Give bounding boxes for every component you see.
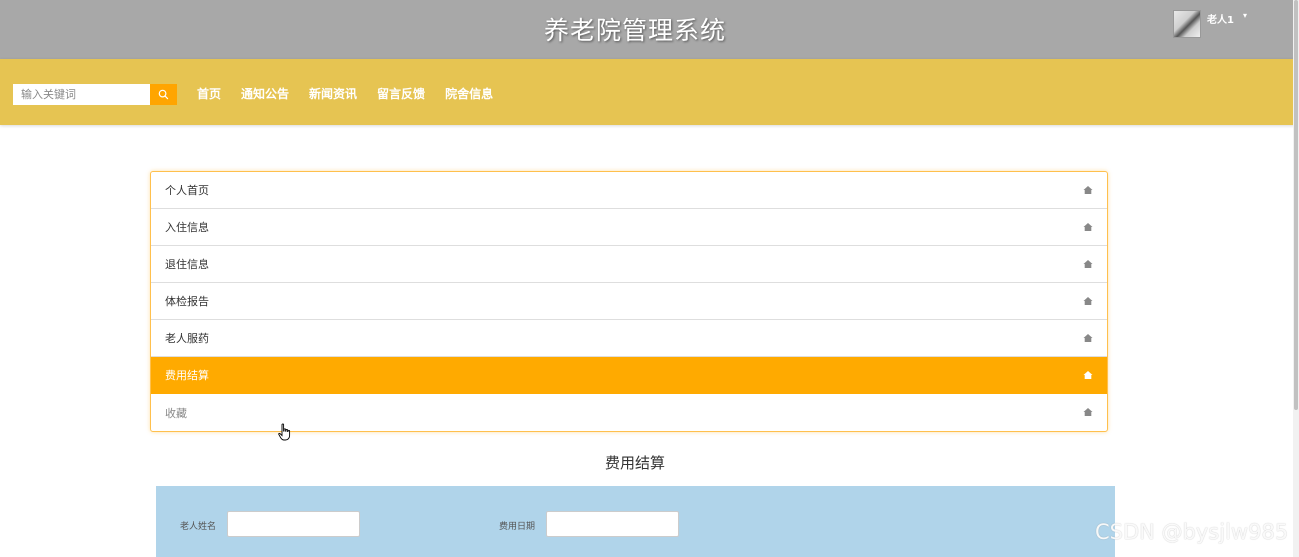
- menu-item-label: 体检报告: [165, 295, 209, 308]
- search-input[interactable]: [13, 84, 150, 105]
- search-icon: [158, 89, 169, 100]
- hand-pointer-cursor-icon: [278, 423, 291, 441]
- menu-item-fee-settlement[interactable]: 费用结算: [151, 357, 1107, 394]
- menu-item-personal-home[interactable]: 个人首页: [151, 172, 1107, 209]
- home-icon: [1083, 334, 1093, 342]
- section-title: 费用结算: [604, 454, 665, 472]
- menu-item-health-report[interactable]: 体检报告: [151, 283, 1107, 320]
- page-scrollbar-thumb[interactable]: [1294, 0, 1298, 410]
- home-icon: [1083, 186, 1093, 194]
- nav-links: 首页 通知公告 新闻资讯 留言反馈 院舍信息: [197, 85, 513, 102]
- fee-search-form: 老人姓名 费用日期: [156, 486, 1115, 557]
- site-title: 养老院管理系统: [543, 16, 726, 45]
- nav-link-feedback[interactable]: 留言反馈: [377, 85, 425, 102]
- user-avatar[interactable]: [1173, 10, 1201, 38]
- search-button[interactable]: [150, 84, 177, 105]
- nav-link-notices[interactable]: 通知公告: [241, 85, 289, 102]
- menu-item-checkin-info[interactable]: 入住信息: [151, 209, 1107, 246]
- watermark-text: CSDN @bysjlw985: [1095, 520, 1289, 544]
- elder-name-input[interactable]: [227, 511, 360, 537]
- caret-down-icon[interactable]: ▾: [1243, 11, 1247, 20]
- nav-link-home[interactable]: 首页: [197, 85, 221, 102]
- username-label[interactable]: 老人1: [1207, 11, 1234, 26]
- top-header-bar: 养老院管理系统 老人1 ▾: [0, 0, 1299, 59]
- menu-item-label: 退住信息: [165, 258, 209, 271]
- home-icon: [1083, 260, 1093, 268]
- menu-item-medication[interactable]: 老人服药: [151, 320, 1107, 357]
- nav-link-facility-info[interactable]: 院舍信息: [445, 85, 493, 102]
- elder-name-label: 老人姓名: [180, 522, 217, 532]
- main-navbar: 首页 通知公告 新闻资讯 留言反馈 院舍信息: [0, 59, 1299, 125]
- menu-item-label: 老人服药: [165, 332, 209, 345]
- menu-item-label: 个人首页: [165, 184, 209, 197]
- menu-item-label: 入住信息: [165, 221, 209, 234]
- menu-item-label: 收藏: [165, 406, 187, 420]
- home-icon: [1083, 408, 1093, 416]
- user-center-menu: 个人首页 入住信息 退住信息 体检报告 老人服药 费用结算 收藏: [150, 171, 1108, 432]
- menu-item-favorites[interactable]: 收藏: [151, 394, 1107, 431]
- fee-date-label: 费用日期: [499, 522, 536, 532]
- home-icon: [1083, 223, 1093, 231]
- home-icon: [1083, 371, 1093, 379]
- menu-item-checkout-info[interactable]: 退住信息: [151, 246, 1107, 283]
- home-icon: [1083, 297, 1093, 305]
- nav-link-news[interactable]: 新闻资讯: [309, 85, 357, 102]
- fee-date-input[interactable]: [546, 511, 679, 537]
- menu-item-label: 费用结算: [165, 369, 209, 382]
